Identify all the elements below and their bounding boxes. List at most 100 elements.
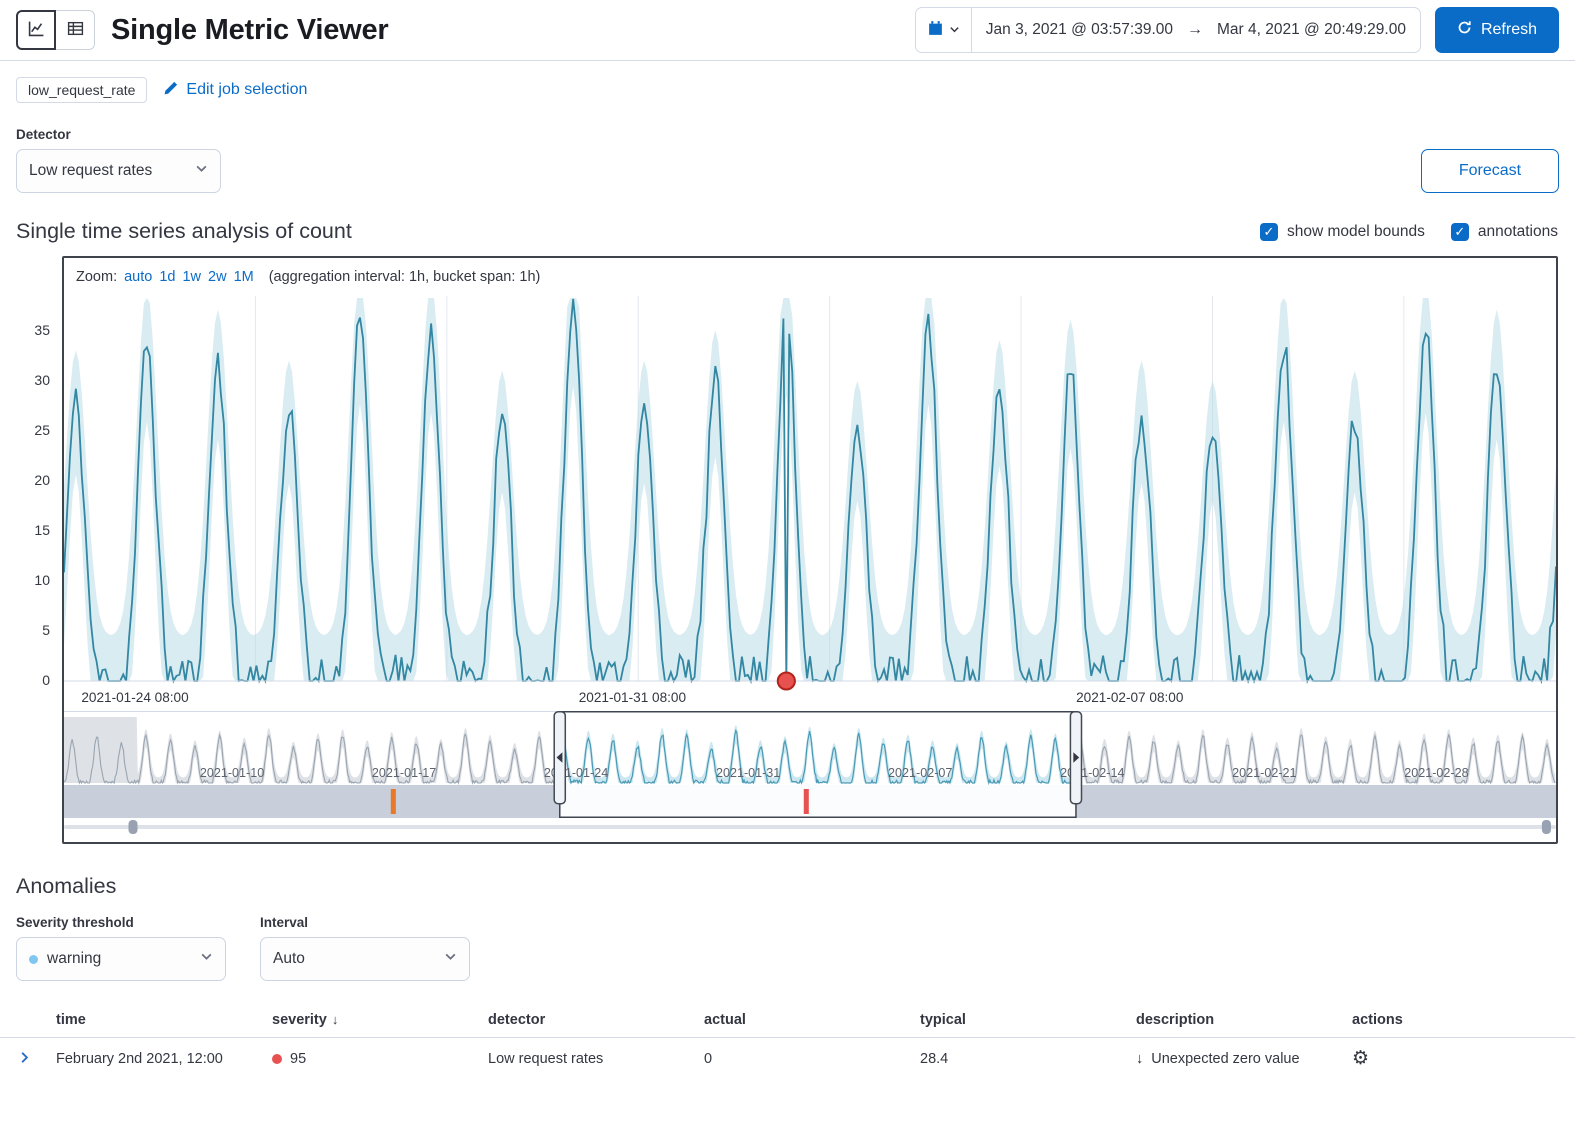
anomaly-actual-cell: 0 xyxy=(696,1038,912,1080)
svg-text:2021-02-21: 2021-02-21 xyxy=(1232,766,1296,780)
warning-severity-dot-icon xyxy=(29,955,38,964)
anomaly-table-row: February 2nd 2021, 12:00 95 Low request … xyxy=(0,1038,1575,1080)
swimlane-anomaly-mark xyxy=(804,789,809,814)
quick-select-button[interactable] xyxy=(916,8,972,52)
detector-label: Detector xyxy=(16,127,221,142)
sort-desc-icon: ↓ xyxy=(332,1012,339,1027)
timeseries-chart-area: 05101520253035 Zoom: auto1d1w2w1M (aggre… xyxy=(62,256,1558,844)
gear-icon[interactable]: ⚙ xyxy=(1352,1049,1369,1068)
job-badge: low_request_rate xyxy=(16,77,147,103)
column-header-time[interactable]: time xyxy=(48,1003,264,1038)
column-header-severity[interactable]: severity↓ xyxy=(264,1003,480,1038)
series-title: Single time series analysis of count xyxy=(16,219,352,244)
brush-handle-right[interactable] xyxy=(1070,712,1081,804)
calendar-icon xyxy=(927,20,944,40)
checkbox-checked-icon: ✓ xyxy=(1260,223,1278,241)
app-header: Single Metric Viewer Jan 3, 2021 @ 03:57… xyxy=(0,0,1575,61)
anomalies-title: Anomalies xyxy=(0,844,1575,899)
svg-text:2021-01-10: 2021-01-10 xyxy=(200,766,264,780)
critical-severity-dot-icon xyxy=(272,1054,282,1064)
y-axis-tick: 25 xyxy=(34,422,50,438)
y-axis-tick: 10 xyxy=(34,572,50,588)
refresh-button[interactable]: Refresh xyxy=(1435,7,1559,53)
page-title: Single Metric Viewer xyxy=(111,14,389,47)
table-view-button[interactable] xyxy=(55,10,95,50)
svg-text:2021-01-17: 2021-01-17 xyxy=(372,766,436,780)
pencil-icon xyxy=(163,80,179,101)
arrow-down-icon: ↓ xyxy=(1136,1051,1143,1067)
aggregation-info: (aggregation interval: 1h, bucket span: … xyxy=(269,269,541,285)
chevron-down-icon xyxy=(200,950,213,968)
interval-select[interactable]: Auto xyxy=(260,937,470,981)
zoom-option-auto[interactable]: auto xyxy=(124,269,152,285)
edit-job-selection-link[interactable]: Edit job selection xyxy=(163,80,307,101)
anomalies-controls: Severity threshold warning Interval Auto xyxy=(0,899,1575,981)
svg-text:2021-02-07 08:00: 2021-02-07 08:00 xyxy=(1076,690,1183,705)
date-range-picker: Jan 3, 2021 @ 03:57:39.00 → Mar 4, 2021 … xyxy=(915,7,1421,53)
brush-handle-left[interactable] xyxy=(554,712,565,804)
severity-threshold-select[interactable]: warning xyxy=(16,937,226,981)
zoom-option-1M[interactable]: 1M xyxy=(234,269,254,285)
svg-text:2021-02-07: 2021-02-07 xyxy=(888,766,952,780)
anomaly-severity-cell: 95 xyxy=(264,1038,480,1080)
svg-text:2021-01-31: 2021-01-31 xyxy=(716,766,780,780)
anomaly-detector-cell: Low request rates xyxy=(480,1038,696,1080)
expander-column-header xyxy=(0,1003,48,1038)
zoom-controls: Zoom: auto 1d 1w 2w 1M (aggregation interval… xyxy=(64,258,1556,296)
table-icon xyxy=(67,20,84,40)
scrollbar-track xyxy=(64,825,1556,829)
svg-text:2021-01-31 08:00: 2021-01-31 08:00 xyxy=(579,690,686,705)
expand-row-button[interactable] xyxy=(8,1050,40,1068)
column-header-description[interactable]: description xyxy=(1128,1003,1344,1038)
main-timeseries-chart[interactable]: 2021-01-24 08:00 2021-01-31 08:00 2021-02-… xyxy=(64,296,1556,711)
anomaly-marker-dot xyxy=(778,673,795,690)
chart-view-button[interactable] xyxy=(16,10,56,50)
y-axis-tick: 0 xyxy=(42,672,50,688)
show-model-bounds-checkbox[interactable]: ✓ show model bounds xyxy=(1260,223,1425,241)
annotations-checkbox[interactable]: ✓ annotations xyxy=(1451,223,1558,241)
y-axis-labels: 0 5 10 15 20 25 30 35 xyxy=(12,256,56,716)
y-axis-tick: 15 xyxy=(34,522,50,538)
column-header-actual[interactable]: actual xyxy=(696,1003,912,1038)
interval-label: Interval xyxy=(260,915,470,930)
anomaly-actions-cell: ⚙ xyxy=(1344,1038,1575,1080)
chevron-down-icon xyxy=(949,23,960,38)
column-header-detector[interactable]: detector xyxy=(480,1003,696,1038)
context-chart-brush[interactable]: 2021-01-102021-01-172021-01-242021-01-31… xyxy=(64,711,1556,836)
svg-text:2021-02-28: 2021-02-28 xyxy=(1404,766,1468,780)
start-date-button[interactable]: Jan 3, 2021 @ 03:57:39.00 xyxy=(972,21,1187,39)
zoom-label: Zoom: xyxy=(76,269,117,285)
job-selection-row: low_request_rate Edit job selection xyxy=(0,61,1575,103)
y-axis-tick: 35 xyxy=(34,322,50,338)
zoom-option-1w[interactable]: 1w xyxy=(182,269,201,285)
scrollbar-handle-left xyxy=(128,820,137,834)
single-metric-viewer-page: Single Metric Viewer Jan 3, 2021 @ 03:57… xyxy=(0,0,1575,1079)
chevron-down-icon xyxy=(444,950,457,968)
date-range-arrow-icon: → xyxy=(1187,21,1203,39)
detector-select[interactable]: Low request rates xyxy=(16,149,221,193)
detector-row: Detector Low request rates Forecast xyxy=(0,103,1575,193)
anomaly-time-cell: February 2nd 2021, 12:00 xyxy=(48,1038,264,1080)
refresh-icon xyxy=(1457,20,1472,40)
y-axis-tick: 5 xyxy=(42,622,50,638)
chevron-down-icon xyxy=(195,162,208,180)
line-chart-icon xyxy=(28,20,45,40)
column-header-typical[interactable]: typical xyxy=(912,1003,1128,1038)
forecast-button[interactable]: Forecast xyxy=(1421,149,1559,193)
swimlane-anomaly-mark xyxy=(391,789,396,814)
anomaly-description-cell: ↓Unexpected zero value xyxy=(1128,1038,1344,1080)
svg-text:2021-01-24 08:00: 2021-01-24 08:00 xyxy=(81,690,188,705)
zoom-option-2w[interactable]: 2w xyxy=(208,269,227,285)
checkbox-checked-icon: ✓ xyxy=(1451,223,1469,241)
timeseries-chart-panel: Zoom: auto 1d 1w 2w 1M (aggregation interval… xyxy=(62,256,1558,844)
y-axis-tick: 20 xyxy=(34,472,50,488)
severity-threshold-label: Severity threshold xyxy=(16,915,226,930)
column-header-actions: actions xyxy=(1344,1003,1575,1038)
series-header: Single time series analysis of count ✓ s… xyxy=(8,193,1575,256)
zoom-option-1d[interactable]: 1d xyxy=(159,269,175,285)
table-header-row: time severity↓ detector actual typical d… xyxy=(0,1003,1575,1038)
end-date-button[interactable]: Mar 4, 2021 @ 20:49:29.00 xyxy=(1203,21,1420,39)
anomalies-table: time severity↓ detector actual typical d… xyxy=(0,1003,1575,1079)
y-axis-tick: 30 xyxy=(34,372,50,388)
anomaly-typical-cell: 28.4 xyxy=(912,1038,1128,1080)
